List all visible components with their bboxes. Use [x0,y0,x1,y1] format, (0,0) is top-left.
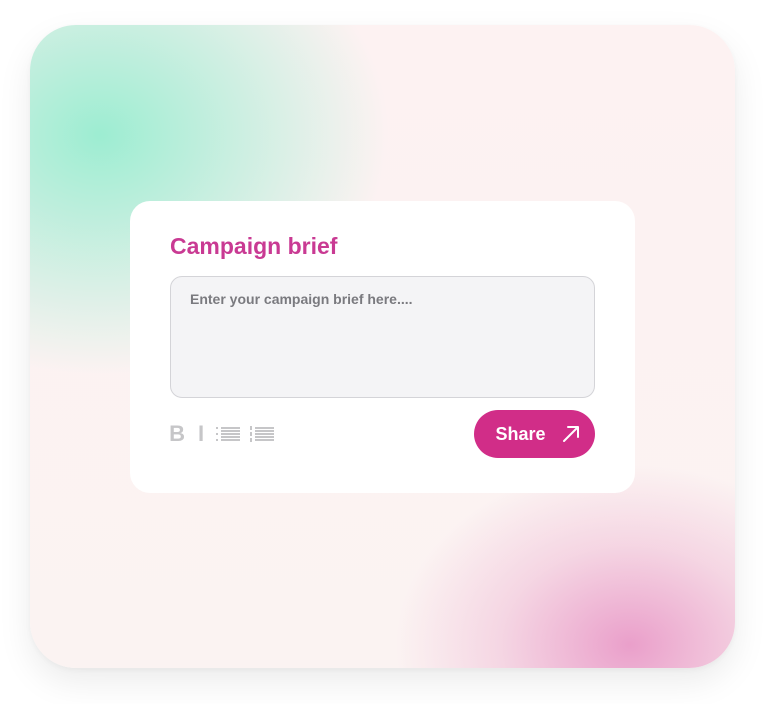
italic-button[interactable]: I [196,421,206,447]
arrow-up-right-icon [562,425,580,443]
campaign-brief-input[interactable] [170,276,595,398]
campaign-brief-card: Campaign brief B I [130,201,635,493]
bulleted-list-icon[interactable] [216,426,240,442]
bold-button[interactable]: B [169,421,185,447]
share-button-label: Share [495,423,546,444]
numbered-list-icon[interactable] [250,426,274,442]
card-title: Campaign brief [170,233,338,259]
formatting-tools: B I [169,421,274,447]
share-button[interactable]: Share [474,410,595,458]
editor-toolbar: B I Share [169,410,595,458]
